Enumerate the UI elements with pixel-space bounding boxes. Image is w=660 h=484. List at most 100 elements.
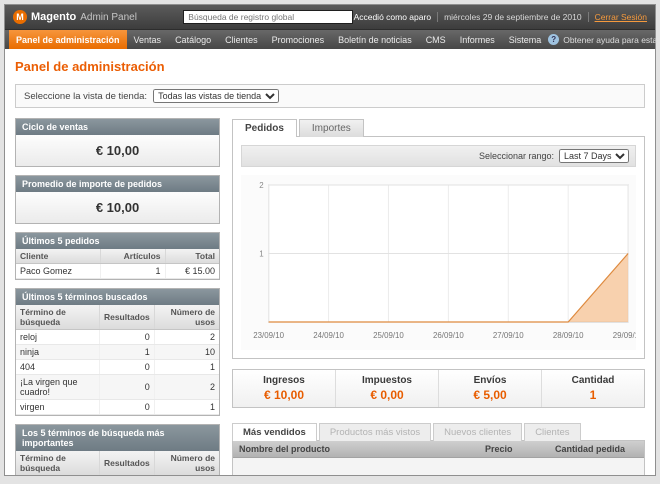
- nav-item-clientes[interactable]: Clientes: [218, 30, 265, 49]
- table-row[interactable]: Paco Gomez 1 € 15.00: [16, 264, 219, 279]
- top-header: M Magento Admin Panel Accedió como aparo…: [5, 5, 655, 29]
- stat-envios: Envíos € 5,00: [438, 370, 541, 407]
- nav-item-ventas[interactable]: Ventas: [127, 30, 169, 49]
- nav-item-promociones[interactable]: Promociones: [265, 30, 332, 49]
- tab-clientes[interactable]: Clientes: [524, 423, 580, 441]
- svg-text:25/09/10: 25/09/10: [373, 331, 404, 340]
- col-header-qty: Cantidad pedida: [549, 441, 644, 457]
- stat-value: € 5,00: [441, 388, 539, 402]
- lifetime-sales-value: € 10,00: [16, 135, 219, 166]
- col-header: Número de usos: [154, 305, 219, 330]
- last-search-terms-card: Últimos 5 términos buscados Término de b…: [15, 288, 220, 416]
- card-title: Promedio de importe de pedidos: [16, 176, 219, 192]
- col-header: Término de búsqueda: [16, 451, 99, 475]
- page-title: Panel de administración: [15, 59, 645, 74]
- card-title: Últimos 5 términos buscados: [16, 289, 219, 305]
- nav-item-dashboard[interactable]: Panel de administración: [9, 30, 127, 49]
- magento-logo-icon: M: [13, 10, 27, 24]
- cell-total: € 15.00: [165, 264, 219, 279]
- admin-window: M Magento Admin Panel Accedió como aparo…: [4, 4, 656, 476]
- table-row[interactable]: ¡La virgen que cuadro! 0 2: [16, 375, 219, 400]
- tab-nuevos-clientes[interactable]: Nuevos clientes: [433, 423, 522, 441]
- store-view-select[interactable]: Todas las vistas de tienda: [153, 89, 279, 103]
- cell-term: ¡La virgen que cuadro!: [16, 375, 99, 400]
- stat-label: Cantidad: [544, 375, 642, 386]
- svg-text:2: 2: [259, 181, 264, 190]
- col-header: Total: [165, 249, 219, 264]
- logo-text: Magento: [31, 11, 76, 23]
- nav-item-cms[interactable]: CMS: [419, 30, 453, 49]
- products-grid-header: Nombre del producto Precio Cantidad pedi…: [233, 441, 644, 458]
- totals-bar: Ingresos € 10,00 Impuestos € 0,00 Envíos…: [232, 369, 645, 408]
- chart-tabs: Pedidos Importes: [232, 119, 645, 137]
- nav-item-catalogo[interactable]: Catálogo: [168, 30, 218, 49]
- table-row[interactable]: reloj 0 2: [16, 330, 219, 345]
- svg-text:26/09/10: 26/09/10: [433, 331, 464, 340]
- store-view-label: Seleccione la vista de tienda:: [24, 91, 147, 102]
- stat-impuestos: Impuestos € 0,00: [335, 370, 438, 407]
- chart-panel: Seleccionar rango: Last 7 Days 23/09/102…: [232, 136, 645, 359]
- stat-value: € 0,00: [338, 388, 436, 402]
- range-select[interactable]: Last 7 Days: [559, 149, 629, 163]
- cell-uses: 10: [154, 345, 219, 360]
- col-header-product: Nombre del producto: [233, 441, 479, 457]
- card-title: Los 5 términos de búsqueda más important…: [16, 425, 219, 451]
- store-view-switcher: Seleccione la vista de tienda: Todas las…: [15, 84, 645, 108]
- logo: M Magento Admin Panel: [13, 10, 183, 24]
- content-area: Panel de administración Seleccione la vi…: [5, 49, 655, 475]
- global-search-input[interactable]: [183, 10, 353, 24]
- average-orders-value: € 10,00: [16, 192, 219, 223]
- cell-items: 1: [101, 264, 165, 279]
- col-header: Número de usos: [154, 451, 219, 475]
- nav-item-boletin[interactable]: Boletín de noticias: [331, 30, 419, 49]
- average-orders-card: Promedio de importe de pedidos € 10,00: [15, 175, 220, 224]
- cell-uses: 2: [154, 330, 219, 345]
- tab-mas-vendidos[interactable]: Más vendidos: [232, 423, 317, 441]
- help-link[interactable]: ? Obtener ayuda para esta página: [548, 30, 660, 49]
- card-title: Ciclo de ventas: [16, 119, 219, 135]
- nav-item-informes[interactable]: Informes: [453, 30, 502, 49]
- stat-label: Ingresos: [235, 375, 333, 386]
- svg-text:1: 1: [259, 249, 264, 258]
- last-orders-card: Últimos 5 pedidos Cliente Artículos Tota…: [15, 232, 220, 280]
- card-title: Últimos 5 pedidos: [16, 233, 219, 249]
- header-user-info: Accedió como aparo miércoles 29 de septi…: [354, 12, 647, 22]
- svg-text:23/09/10: 23/09/10: [253, 331, 284, 340]
- tab-pedidos[interactable]: Pedidos: [232, 119, 297, 137]
- range-selector-row: Seleccionar rango: Last 7 Days: [241, 145, 636, 167]
- divider: [588, 12, 589, 22]
- table-row[interactable]: virgen 0 1: [16, 400, 219, 415]
- cell-results: 0: [99, 400, 154, 415]
- svg-text:24/09/10: 24/09/10: [313, 331, 344, 340]
- last-orders-table: Cliente Artículos Total Paco Gomez 1 € 1…: [16, 249, 219, 279]
- cell-results: 0: [99, 375, 154, 400]
- col-header: Resultados: [99, 451, 154, 475]
- col-header: Artículos: [101, 249, 165, 264]
- last-search-terms-table: Término de búsqueda Resultados Número de…: [16, 305, 219, 415]
- orders-chart: 23/09/10 24/09/10 25/09/10 26/09/10 27/09/10…: [241, 175, 636, 350]
- orders-chart-wrap: 23/09/10 24/09/10 25/09/10 26/09/10 27/09/10…: [241, 175, 636, 350]
- col-header: Término de búsqueda: [16, 305, 99, 330]
- stat-value: € 10,00: [235, 388, 333, 402]
- logout-link[interactable]: Cerrar Sesión: [595, 12, 647, 22]
- svg-text:27/09/10: 27/09/10: [493, 331, 524, 340]
- main-nav: Panel de administración Ventas Catálogo …: [5, 29, 655, 49]
- tab-importes[interactable]: Importes: [299, 119, 364, 137]
- stat-label: Envíos: [441, 375, 539, 386]
- range-label: Seleccionar rango:: [479, 151, 554, 161]
- lifetime-sales-card: Ciclo de ventas € 10,00: [15, 118, 220, 167]
- stat-label: Impuestos: [338, 375, 436, 386]
- tab-productos-mas-vistos[interactable]: Productos más vistos: [319, 423, 431, 441]
- cell-uses: 1: [154, 360, 219, 375]
- cell-term: virgen: [16, 400, 99, 415]
- help-icon: ?: [548, 34, 559, 45]
- nav-item-sistema[interactable]: Sistema: [502, 30, 549, 49]
- cell-term: reloj: [16, 330, 99, 345]
- table-row[interactable]: ninja 1 10: [16, 345, 219, 360]
- grid-tabs: Más vendidos Productos más vistos Nuevos…: [232, 423, 645, 441]
- table-row[interactable]: 404 0 1: [16, 360, 219, 375]
- stat-cantidad: Cantidad 1: [541, 370, 644, 407]
- cell-customer: Paco Gomez: [16, 264, 101, 279]
- help-label: Obtener ayuda para esta página: [563, 35, 660, 45]
- col-header: Resultados: [99, 305, 154, 330]
